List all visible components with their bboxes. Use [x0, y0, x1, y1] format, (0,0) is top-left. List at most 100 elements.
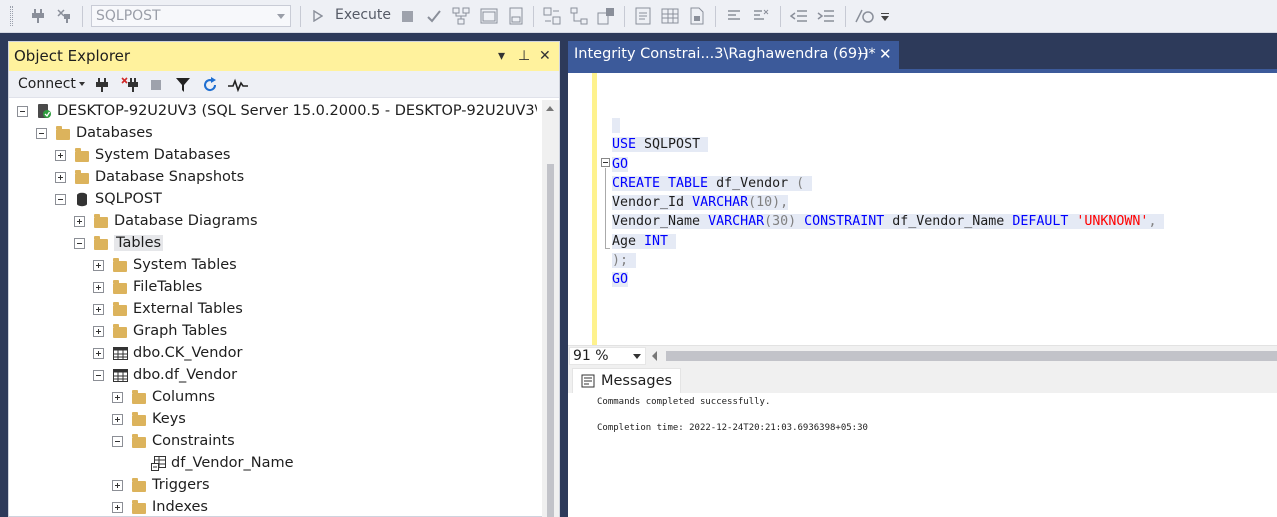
tree-node[interactable]: Databases [36, 122, 153, 144]
parse-checkmark-icon[interactable] [424, 5, 444, 27]
stop-icon[interactable] [151, 75, 161, 95]
execute-play-icon[interactable] [310, 5, 326, 27]
expand-plus-icon[interactable] [112, 479, 123, 491]
tree-node[interactable]: dbo.CK_Vendor [93, 342, 242, 364]
tree-node-label: FileTables [133, 279, 203, 295]
window-position-dropdown-icon[interactable]: ▾ [498, 42, 505, 70]
activity-monitor-icon[interactable] [228, 75, 248, 95]
table-icon [112, 367, 128, 383]
zoom-select[interactable]: 91 % [569, 347, 646, 365]
tree-node[interactable]: dbo.df_Vendor [93, 364, 237, 386]
sql-identifier: df_Vendor [708, 175, 797, 191]
tree-node[interactable]: System Tables [93, 254, 237, 276]
filter-icon[interactable] [176, 75, 190, 95]
horizontal-scrollbar-thumb[interactable] [666, 351, 1277, 361]
collapse-minus-icon[interactable] [36, 127, 47, 139]
sql-code[interactable]: USE SQLPOST GO CREATE TABLE df_Vendor ( … [612, 116, 1165, 290]
tree-node[interactable]: Graph Tables [93, 320, 227, 342]
object-explorer-vertical-scrollbar[interactable] [542, 100, 559, 517]
connect-plug-icon[interactable] [28, 5, 48, 27]
expand-plus-icon[interactable] [93, 325, 104, 337]
expand-plus-icon[interactable] [74, 215, 85, 227]
available-databases-select[interactable]: SQLPOST [91, 5, 291, 27]
tree-node-label: Constraints [152, 433, 235, 449]
change-connection-icon[interactable] [54, 5, 74, 27]
expand-plus-icon[interactable] [112, 413, 123, 425]
disconnect-icon[interactable] [121, 75, 139, 95]
tree-node-label: Columns [152, 389, 216, 405]
toolbar-grip[interactable] [10, 6, 13, 26]
sql-keyword: VARCHAR [692, 195, 749, 211]
scroll-up-icon[interactable] [546, 106, 554, 111]
tree-node[interactable]: FileTables [93, 276, 202, 298]
tree-node[interactable]: Keys [112, 408, 186, 430]
folder-icon [112, 279, 128, 295]
connect-button[interactable]: Connect [18, 76, 85, 92]
query-designer-icon[interactable] [478, 5, 500, 27]
collapse-minus-icon[interactable] [93, 369, 104, 381]
scrollbar-thumb[interactable] [547, 164, 554, 517]
close-icon[interactable]: ✕ [539, 42, 551, 70]
tree-node[interactable]: Database Diagrams [74, 210, 258, 232]
include-plan-icon[interactable] [568, 5, 590, 27]
code-line: Age INT [612, 232, 1164, 251]
decrease-indent-icon[interactable] [788, 5, 810, 27]
expand-plus-icon[interactable] [112, 391, 123, 403]
tree-node[interactable]: Tables [74, 232, 164, 254]
collapse-region-icon[interactable] [601, 158, 610, 167]
expand-plus-icon[interactable] [93, 259, 104, 271]
expand-plus-icon[interactable] [93, 303, 104, 315]
tree-node-label: dbo.CK_Vendor [133, 345, 243, 361]
intellisense-icon[interactable] [541, 5, 563, 27]
display-estimated-plan-icon[interactable] [450, 5, 472, 27]
tree-node[interactable]: SQLPOST [55, 188, 162, 210]
tree-node[interactable]: Constraints [112, 430, 235, 452]
increase-indent-icon[interactable] [815, 5, 837, 27]
object-explorer-titlebar[interactable]: Object Explorer ▾ ⊥ ✕ [9, 42, 559, 71]
execute-button[interactable]: Execute [335, 7, 391, 23]
folder-icon [112, 323, 128, 339]
uncomment-lines-icon[interactable] [750, 5, 772, 27]
pin-icon[interactable]: ⊥ [518, 42, 530, 70]
expand-plus-icon[interactable] [93, 281, 104, 293]
toolbar-overflow-icon[interactable] [880, 5, 890, 27]
tree-node[interactable]: df_Vendor_Name [131, 452, 294, 474]
scroll-left-icon[interactable] [652, 351, 657, 361]
expand-plus-icon[interactable] [55, 149, 66, 161]
collapse-minus-icon[interactable] [112, 435, 123, 447]
query-tab[interactable]: Integrity Constrai...3\Raghawendra (69))… [568, 41, 899, 69]
tree-node[interactable]: Columns [112, 386, 215, 408]
collapse-minus-icon[interactable] [17, 105, 28, 117]
specify-values-icon[interactable] [505, 5, 527, 27]
tree-node[interactable]: Database Snapshots [55, 166, 244, 188]
folder-icon [131, 411, 147, 427]
collapse-minus-icon[interactable] [74, 237, 85, 249]
expand-plus-icon[interactable] [55, 171, 66, 183]
results-pane: Messages Commands completed successfully… [568, 365, 1277, 517]
tree-node[interactable]: Triggers [112, 474, 210, 496]
results-to-file-icon[interactable] [686, 5, 708, 27]
results-to-text-icon[interactable] [632, 5, 654, 27]
editor-zoom-bar: 91 % [568, 345, 1277, 365]
stop-icon[interactable] [398, 5, 416, 27]
query-editor[interactable]: USE SQLPOST GO CREATE TABLE df_Vendor ( … [568, 69, 1277, 345]
specify-template-parameters-icon[interactable] [852, 5, 876, 27]
client-statistics-icon[interactable] [595, 5, 617, 27]
results-to-grid-icon[interactable] [659, 5, 681, 27]
refresh-icon[interactable] [202, 75, 218, 95]
comment-lines-icon[interactable] [723, 5, 745, 27]
pin-tab-icon[interactable]: ⊣ [857, 41, 868, 68]
close-tab-icon[interactable]: ✕ [879, 41, 892, 68]
collapse-minus-icon[interactable] [55, 193, 66, 205]
messages-tab[interactable]: Messages [572, 368, 682, 393]
tree-node[interactable]: System Databases [55, 144, 230, 166]
tree-node[interactable]: Indexes [112, 496, 208, 517]
messages-output[interactable]: Commands completed successfully. Complet… [597, 396, 868, 435]
plug-icon[interactable] [96, 75, 108, 95]
expand-plus-icon[interactable] [93, 347, 104, 359]
tree-node[interactable]: DESKTOP-92U2UV3 (SQL Server 15.0.2000.5 … [17, 100, 537, 122]
expand-plus-icon[interactable] [112, 501, 123, 513]
tree-node[interactable]: External Tables [93, 298, 243, 320]
sql-punctuation: (30) [764, 214, 805, 230]
database-icon [74, 191, 90, 207]
